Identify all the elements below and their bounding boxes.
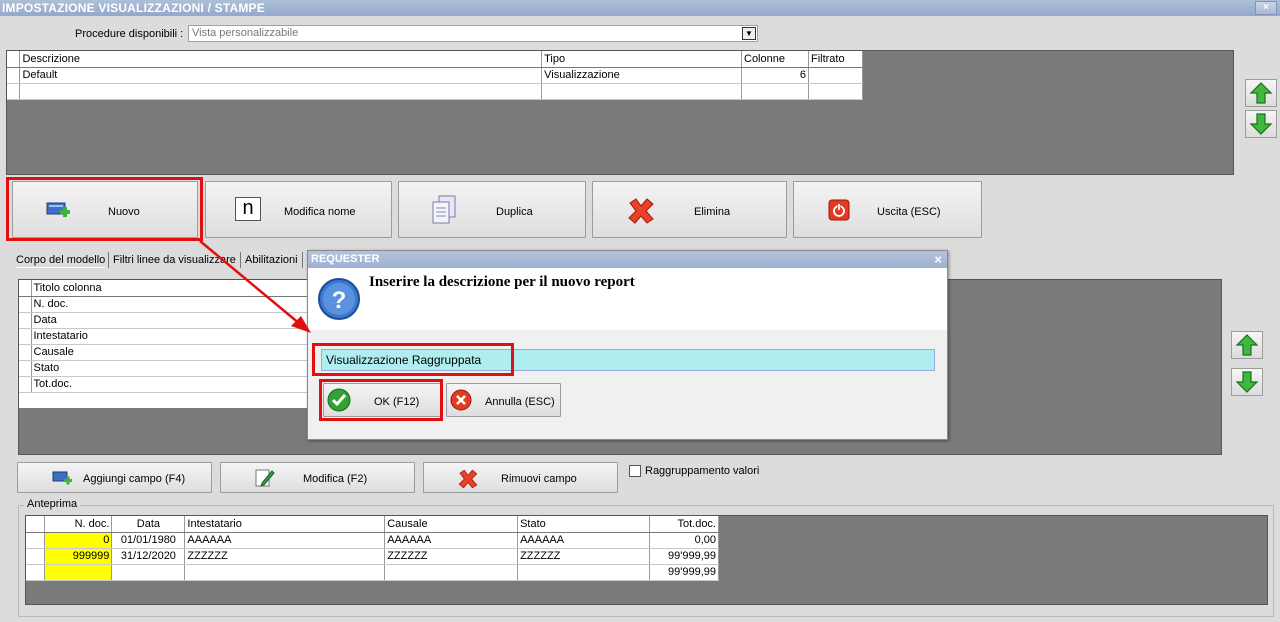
- annotation-arrow: [199, 240, 311, 333]
